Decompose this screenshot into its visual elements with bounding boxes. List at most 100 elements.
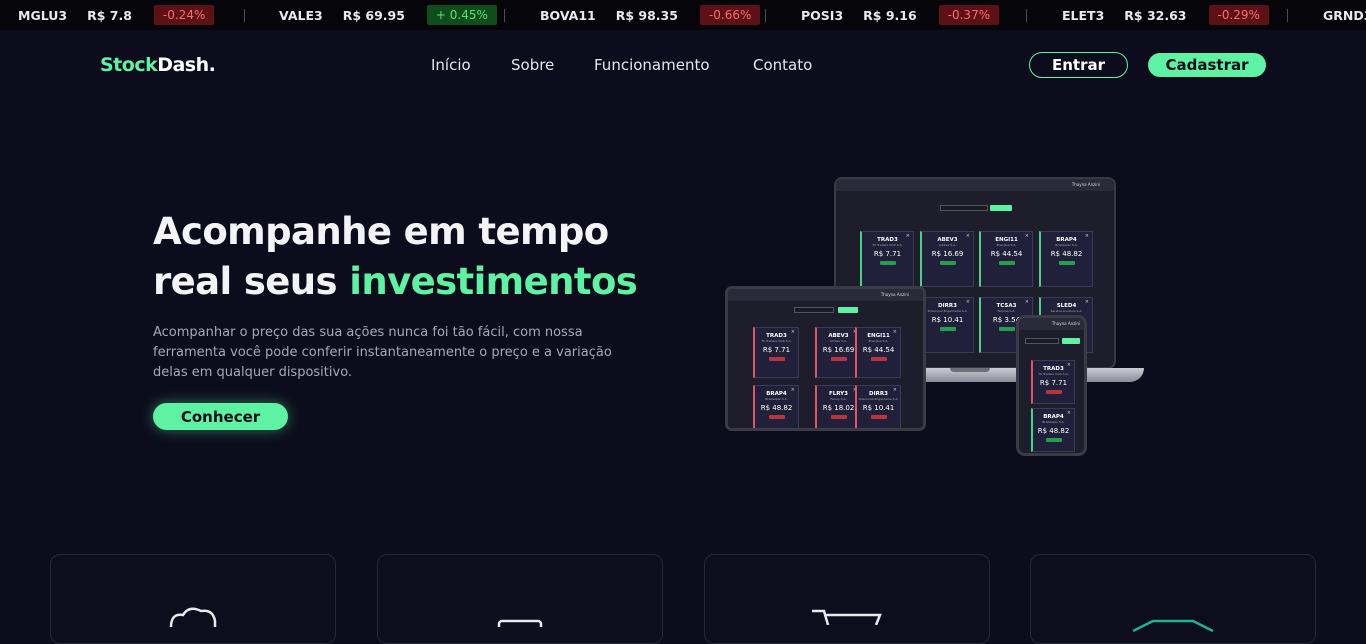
mockup-company: Bradespar S.A. xyxy=(1042,420,1065,424)
laptop-notch xyxy=(950,368,990,372)
mockup-company: Tecnisa S.A. xyxy=(997,309,1016,313)
close-icon: × xyxy=(1066,362,1071,368)
nav-link-contato[interactable]: Contato xyxy=(753,56,812,74)
mockup-user-name: Thayna Anzini xyxy=(1071,182,1100,187)
ticker-change: -0.37% xyxy=(938,5,1000,25)
nav-link-funcionamento[interactable]: Funcionamento xyxy=(594,56,710,74)
ticker-change: + 0.45% xyxy=(426,5,497,25)
ticker-price: R$ 32.63 xyxy=(1124,7,1187,23)
mockup-company: Ambev S.A. xyxy=(829,339,848,343)
mockup-topbar: Thayna Anzini xyxy=(836,179,1114,191)
hero-title-line2: real seus investimentos xyxy=(153,257,638,307)
ticker-price: R$ 7.8 xyxy=(87,7,132,23)
ticker-change: -0.24% xyxy=(153,5,215,25)
close-icon: × xyxy=(790,387,795,393)
mockup-company: Fleury S.A. xyxy=(830,397,847,401)
mockup-change-badge xyxy=(768,357,785,361)
mockup-company: Energisa S.A. xyxy=(868,339,889,343)
mockup-stock-card: × DIRR3 Direcional Engenharia S.A. R$ 10.41 xyxy=(920,297,974,353)
ticker-item: MGLU3 R$ 7.8 -0.24% xyxy=(18,0,215,30)
mockup-price: R$ 48.82 xyxy=(1050,250,1083,258)
box-icon xyxy=(1132,619,1214,633)
phone-screen: Thayna Anzini × TRAD3 TC Traders Club S.A.… xyxy=(1019,318,1084,453)
ticker-symbol: VALE3 xyxy=(279,7,323,23)
hero-title-highlight: investimentos xyxy=(349,260,638,303)
close-icon: × xyxy=(1024,299,1029,305)
card-icon xyxy=(497,619,543,627)
ticker-change: -0.29% xyxy=(1208,5,1269,25)
signup-button[interactable]: Cadastrar xyxy=(1148,53,1266,77)
mockup-price: R$ 44.54 xyxy=(862,346,895,354)
mockup-change-badge xyxy=(939,327,956,331)
phone-mockup: Thayna Anzini × TRAD3 TC Traders Club S.A.… xyxy=(1016,315,1087,456)
mockup-change-badge xyxy=(1045,438,1062,442)
brand-logo-part2: Dash. xyxy=(157,54,216,76)
mockup-change-badge xyxy=(1045,390,1062,394)
close-icon: × xyxy=(965,299,970,305)
mockup-stock-card: × DIRR3 Direcional Engenharia S.A. R$ 10.41 xyxy=(855,385,901,428)
mockup-price: R$ 48.82 xyxy=(760,404,793,412)
mockup-company: Direcional Engenharia S.A. xyxy=(927,309,968,313)
ticker-divider xyxy=(1287,9,1288,22)
nav-link-sobre[interactable]: Sobre xyxy=(511,56,554,74)
login-button[interactable]: Entrar xyxy=(1029,52,1128,78)
close-icon: × xyxy=(892,329,897,335)
ticker-symbol: MGLU3 xyxy=(18,7,68,23)
feature-card xyxy=(50,554,336,644)
mockup-company: Bradespar S.A. xyxy=(1055,243,1078,247)
mockup-stock-card: × TRAD3 TC Traders Club S.A. R$ 7.71 xyxy=(860,231,914,287)
mockup-price: R$ 7.71 xyxy=(762,346,791,354)
mockup-price: R$ 10.41 xyxy=(862,404,895,412)
mockup-price: R$ 44.54 xyxy=(990,250,1023,258)
mockup-search-input xyxy=(794,307,834,313)
cloud-icon xyxy=(169,607,217,627)
cart-icon xyxy=(812,609,882,625)
hero-cta-button[interactable]: Conhecer xyxy=(153,403,288,430)
mockup-price: R$ 16.69 xyxy=(931,250,964,258)
mockup-change-badge xyxy=(830,415,847,419)
brand-logo-part1: Stock xyxy=(100,54,158,76)
brand-logo[interactable]: StockDash. xyxy=(100,54,216,76)
mockup-stock-card: × BRAP4 Bradespar S.A. R$ 48.82 xyxy=(1039,231,1093,287)
mockup-stock-card: × ENGI11 Energisa S.A. R$ 44.54 xyxy=(979,231,1033,287)
mockup-stock-card: × BRAP4 Bradespar S.A. R$ 48.82 xyxy=(753,385,799,428)
mockup-company: Bradespar S.A. xyxy=(765,397,788,401)
mockup-stock-card: × ENGI11 Energisa S.A. R$ 44.54 xyxy=(855,327,901,378)
mockup-change-badge xyxy=(1058,261,1075,265)
mockup-price: R$ 16.69 xyxy=(822,346,855,354)
stock-ticker: MGLU3 R$ 7.8 -0.24% VALE3 R$ 69.95 + 0.4… xyxy=(0,0,1366,30)
ticker-price: R$ 9.16 xyxy=(863,7,917,23)
mockup-company: Direcional Engenharia S.A. xyxy=(858,397,899,401)
nav-link-inicio[interactable]: Início xyxy=(431,56,471,74)
mockup-change-badge xyxy=(768,415,785,419)
mockup-change-badge xyxy=(830,357,847,361)
mockup-change-badge xyxy=(870,357,887,361)
mockup-topbar: Thayna Anzini xyxy=(1019,318,1084,330)
mockup-search-button xyxy=(838,307,858,313)
close-icon: × xyxy=(892,387,897,393)
feature-card xyxy=(704,554,990,644)
mockup-price: R$ 48.82 xyxy=(1037,427,1070,435)
hero-description: Acompanhar o preço das sua ações nunca f… xyxy=(153,325,612,380)
mockup-user-name: Thayna Anzini xyxy=(1051,321,1080,326)
mockup-stock-card: × BRAP4 Bradespar S.A. R$ 48.82 xyxy=(1031,408,1075,452)
close-icon: × xyxy=(965,233,970,239)
mockup-change-badge xyxy=(998,327,1015,331)
mockup-stock-card: × TRAD3 TC Traders Club S.A. R$ 7.71 xyxy=(1031,360,1075,404)
ticker-price: R$ 98.35 xyxy=(615,7,678,23)
ticker-item: VALE3 R$ 69.95 + 0.45% xyxy=(279,0,497,30)
mockup-company: Ambev S.A. xyxy=(938,243,957,247)
mockup-company: Saraiva Livreiros S.A. xyxy=(1050,309,1083,313)
close-icon: × xyxy=(1084,233,1089,239)
mockup-company: TC Traders Club S.A. xyxy=(872,243,903,247)
mockup-change-badge xyxy=(939,261,956,265)
close-icon: × xyxy=(1066,410,1071,416)
mockup-company: TC Traders Club S.A. xyxy=(761,339,792,343)
ticker-symbol: BOVA11 xyxy=(540,7,596,23)
hero-title-line1: Acompanhe em tempo xyxy=(153,210,609,253)
mockup-price: R$ 18.02 xyxy=(822,404,855,412)
mockup-price: R$ 7.71 xyxy=(873,250,902,258)
ticker-item: GRND3 xyxy=(1323,0,1366,30)
close-icon: × xyxy=(1024,233,1029,239)
feature-card xyxy=(377,554,663,644)
